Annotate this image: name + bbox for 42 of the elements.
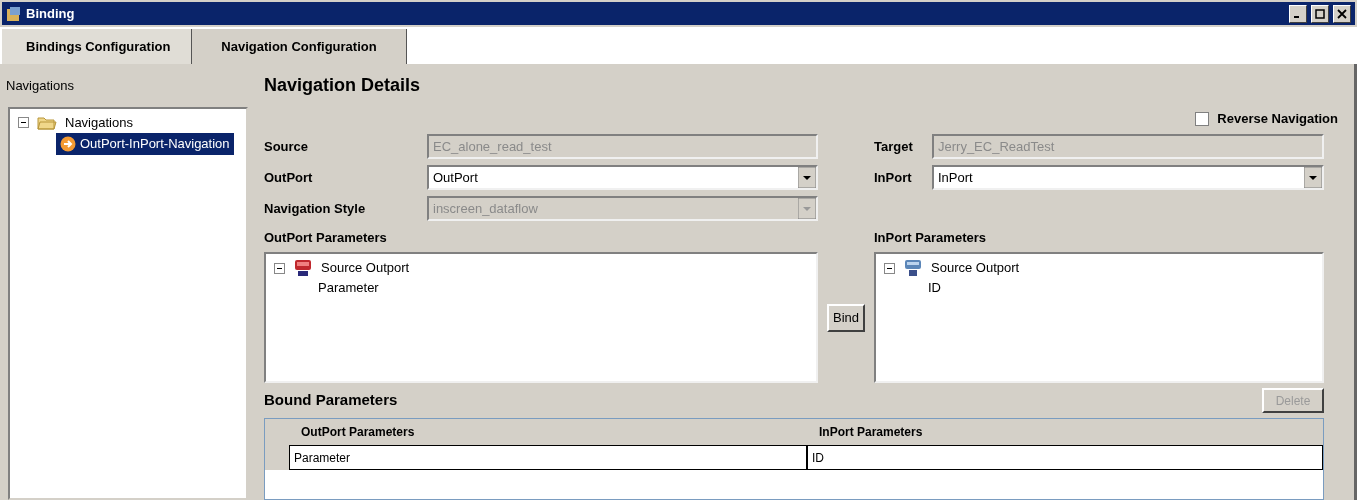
collapse-icon[interactable] bbox=[18, 117, 29, 129]
tree-node[interactable]: OutPort-InPort-Navigation bbox=[56, 132, 234, 155]
tab[interactable]: Bindings Configuration bbox=[2, 29, 192, 64]
minimize-button[interactable] bbox=[1289, 4, 1307, 23]
window-title: Binding bbox=[26, 4, 76, 23]
bind-button[interactable]: Bind bbox=[827, 303, 865, 332]
output-port-icon bbox=[293, 258, 313, 278]
section-title: Bound Parameters bbox=[264, 390, 398, 411]
folder-icon bbox=[37, 114, 57, 131]
tree-node[interactable]: Navigations bbox=[65, 113, 133, 133]
column-header[interactable]: OutPort Parameters bbox=[289, 419, 807, 445]
tree-node[interactable]: ID bbox=[876, 278, 1322, 298]
field-label: Source bbox=[264, 137, 310, 156]
panel-label: Navigations bbox=[6, 76, 75, 95]
dropdown-arrow-icon[interactable] bbox=[798, 167, 816, 188]
section-title: Navigation Details bbox=[264, 74, 422, 97]
table-cell: Parameter bbox=[289, 445, 807, 470]
maximize-icon[interactable] bbox=[1315, 8, 1325, 19]
tab[interactable]: Navigation Configuration bbox=[192, 29, 407, 64]
section-label: InPort Parameters bbox=[874, 229, 987, 247]
maximize-button[interactable] bbox=[1311, 4, 1329, 23]
input-port-icon bbox=[903, 258, 923, 278]
column-header[interactable]: InPort Parameters bbox=[807, 419, 1323, 445]
tree-node[interactable]: Source Outport bbox=[321, 258, 410, 278]
checkbox-label: Reverse Navigation bbox=[1217, 110, 1338, 129]
tree-node[interactable]: Source Outport bbox=[931, 258, 1020, 278]
checkbox[interactable] bbox=[1195, 112, 1210, 126]
field-label: Target bbox=[874, 137, 914, 156]
dropdown-arrow-icon[interactable] bbox=[1304, 167, 1322, 188]
section-label: OutPort Parameters bbox=[264, 229, 388, 247]
window-icon bbox=[6, 5, 22, 22]
table-cell: ID bbox=[807, 445, 1323, 470]
close-icon[interactable] bbox=[1337, 8, 1347, 19]
field-label: InPort bbox=[874, 168, 913, 187]
close-button[interactable] bbox=[1333, 4, 1351, 23]
field-label: Navigation Style bbox=[264, 199, 367, 218]
dropdown[interactable]: OutPort bbox=[427, 165, 818, 190]
tree-node[interactable]: Parameter bbox=[266, 278, 816, 298]
dropdown[interactable]: InPort bbox=[932, 165, 1324, 190]
collapse-icon[interactable] bbox=[274, 262, 285, 274]
field-label: OutPort bbox=[264, 168, 314, 187]
collapse-icon[interactable] bbox=[884, 262, 895, 274]
